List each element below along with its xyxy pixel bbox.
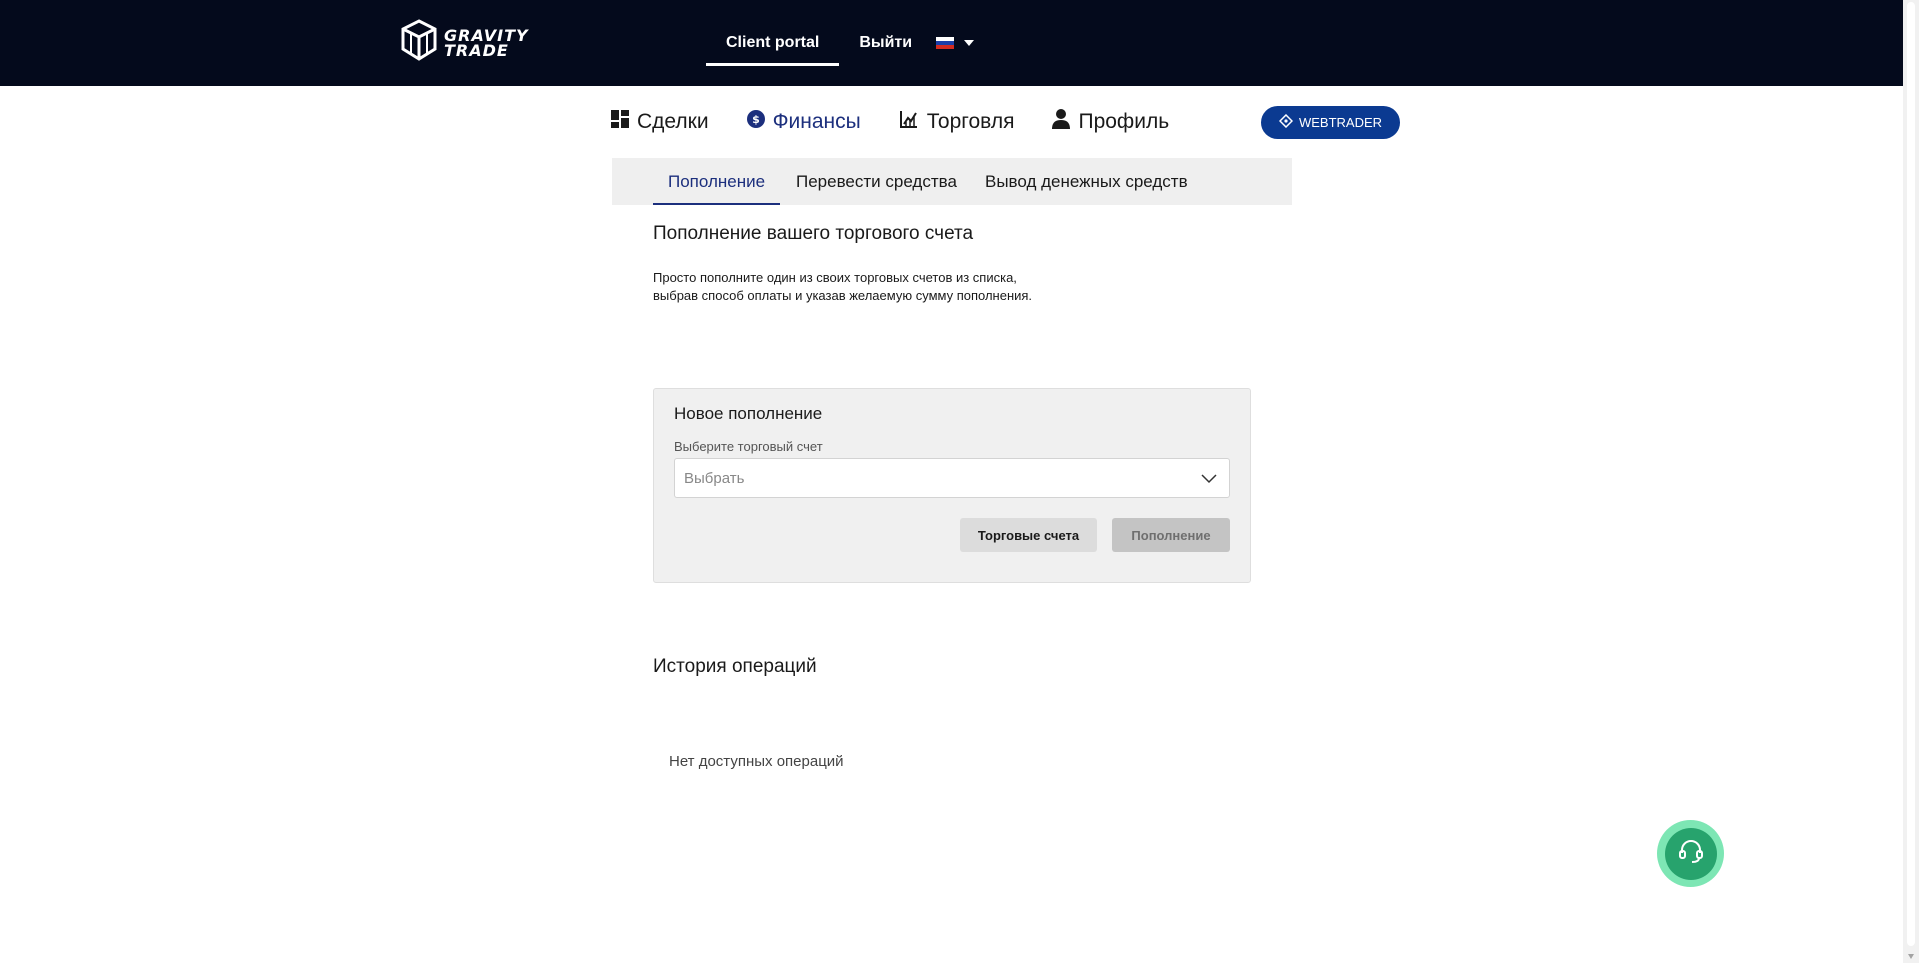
account-select[interactable]: Выбрать xyxy=(674,458,1230,498)
tab-deposit[interactable]: Пополнение xyxy=(652,158,781,205)
top-header: GRAVITY TRADE Client portal Выйти xyxy=(0,0,1903,86)
support-chat-inner xyxy=(1664,827,1717,880)
webtrader-icon xyxy=(1278,113,1294,131)
main-nav-trading[interactable]: Торговля xyxy=(899,109,1015,135)
logo[interactable]: GRAVITY TRADE xyxy=(400,19,529,66)
language-selector[interactable] xyxy=(936,37,975,49)
main-nav-deals[interactable]: Сделки xyxy=(611,110,709,134)
new-deposit-card: Новое пополнение Выберите торговый счет … xyxy=(653,388,1251,583)
flag-ru-icon xyxy=(936,37,955,49)
main-nav: Сделки $ Финансы Торговля Профиль xyxy=(611,104,1207,140)
dollar-circle-icon: $ xyxy=(746,110,765,134)
deposit-button[interactable]: Пополнение xyxy=(1112,518,1230,552)
webtrader-button[interactable]: WEBTRADER xyxy=(1261,106,1400,139)
top-nav: Client portal Выйти xyxy=(706,0,975,86)
page-title: Пополнение вашего торгового счета xyxy=(653,223,974,244)
main-nav-finance[interactable]: $ Финансы xyxy=(746,110,861,134)
tab-transfer[interactable]: Перевести средства xyxy=(796,158,957,205)
scrollbar-thumb[interactable] xyxy=(1907,2,1915,946)
nav-logout[interactable]: Выйти xyxy=(839,0,932,86)
logo-line-2: TRADE xyxy=(444,40,509,60)
main-nav-profile-label: Профиль xyxy=(1078,110,1170,133)
history-empty-text: Нет доступных операций xyxy=(669,753,844,770)
page-scrollbar[interactable] xyxy=(1903,0,1919,963)
page-description: Просто пополните один из своих торговых … xyxy=(653,270,1033,303)
main-nav-profile[interactable]: Профиль xyxy=(1052,109,1169,135)
card-title: Новое пополнение xyxy=(674,404,823,423)
caret-down-icon xyxy=(964,40,975,46)
logo-cube-icon xyxy=(400,19,438,66)
trading-accounts-button[interactable]: Торговые счета xyxy=(960,518,1097,552)
account-select-value: Выбрать xyxy=(684,470,745,487)
scroll-down-arrow-icon[interactable] xyxy=(1908,954,1914,959)
history-title: История операций xyxy=(653,656,817,677)
main-nav-deals-label: Сделки xyxy=(637,110,709,133)
headset-icon xyxy=(1677,837,1705,870)
logo-text: GRAVITY TRADE xyxy=(444,27,529,60)
dashboard-icon xyxy=(611,110,629,134)
main-nav-trading-label: Торговля xyxy=(926,110,1015,133)
user-icon xyxy=(1052,109,1071,135)
webtrader-label: WEBTRADER xyxy=(1298,115,1383,130)
support-chat-button[interactable] xyxy=(1657,820,1724,887)
tab-withdrawal[interactable]: Вывод денежных средств xyxy=(985,158,1188,205)
main-nav-finance-label: Финансы xyxy=(772,110,861,133)
chevron-down-icon xyxy=(1201,469,1217,492)
account-select-label: Выберите торговый счет xyxy=(674,439,823,454)
svg-text:$: $ xyxy=(752,113,760,126)
chart-icon xyxy=(899,109,919,135)
nav-client-portal[interactable]: Client portal xyxy=(706,0,840,86)
finance-tabs: Пополнение Перевести средства Вывод дене… xyxy=(612,158,1292,205)
